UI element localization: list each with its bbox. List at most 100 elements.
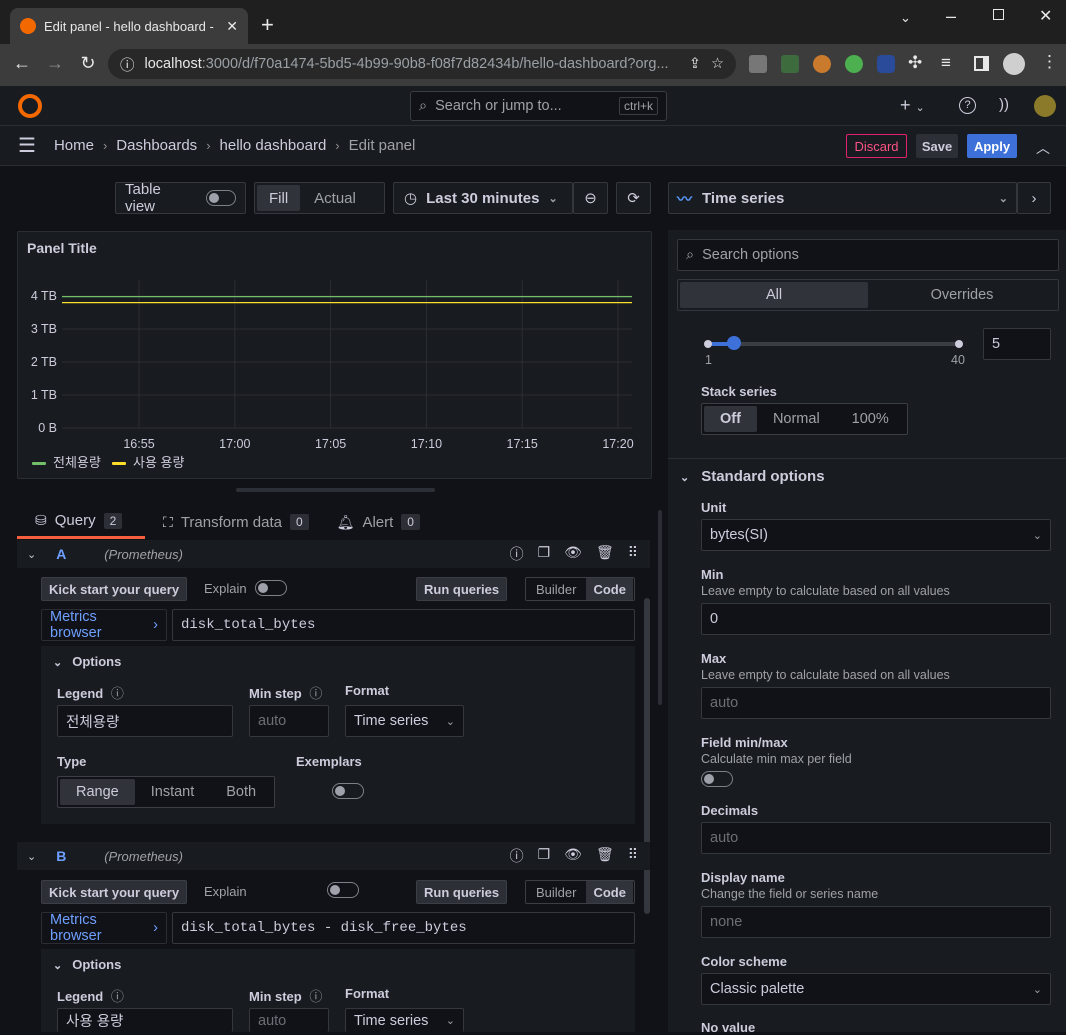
forward-icon[interactable]: → — [43, 53, 67, 74]
query-expression-input[interactable]: disk_total_bytes — [172, 609, 635, 641]
run-queries-button[interactable]: Run queries — [416, 880, 508, 904]
builder-mode-button[interactable]: Builder — [526, 881, 586, 903]
chevron-down-icon[interactable]: ⌄ — [27, 548, 36, 561]
add-new-icon[interactable]: + ⌄ — [900, 95, 925, 116]
unit-select[interactable]: bytes(SI) ⌄ — [701, 519, 1051, 551]
search-bar[interactable]: ⌕ Search or jump to... ctrl+k — [410, 91, 667, 121]
decimals-input[interactable]: auto — [701, 822, 1051, 854]
news-feed-icon[interactable]: )) — [999, 96, 1009, 113]
drag-handle-icon[interactable]: ⠿ — [628, 846, 638, 866]
legend-input[interactable]: 사용 용량 — [57, 1008, 233, 1032]
close-tab-icon[interactable]: ✕ — [226, 18, 238, 35]
discard-button[interactable]: Discard — [846, 134, 907, 158]
run-queries-button[interactable]: Run queries — [416, 577, 508, 601]
tab-alert[interactable]: 🔔︎ Alert 0 — [337, 514, 420, 531]
max-input[interactable]: auto — [701, 687, 1051, 719]
minimize-icon[interactable]: – — [946, 6, 956, 27]
min-step-input[interactable]: auto — [249, 705, 329, 737]
kick-start-button[interactable]: Kick start your query — [41, 880, 188, 904]
stack-percent-option[interactable]: 100% — [836, 406, 905, 432]
user-avatar[interactable] — [1034, 95, 1056, 117]
min-step-input[interactable]: auto — [249, 1008, 329, 1032]
refresh-button[interactable]: ⟳ — [616, 182, 651, 214]
slider-thumb[interactable] — [726, 336, 741, 350]
bookmark-star-icon[interactable]: ☆ — [711, 56, 724, 72]
reading-list-icon[interactable]: ≡ — [941, 53, 951, 73]
table-view-toggle[interactable]: Table view — [115, 181, 246, 215]
query-row-a-header[interactable]: ⌄ A (Prometheus) ⓘ ❐ 👁︎ 🗑︎ ⠿ — [17, 540, 650, 568]
tab-transform[interactable]: ⛶ Transform data 0 — [163, 514, 309, 531]
builder-mode-button[interactable]: Builder — [526, 578, 586, 600]
profile-avatar-icon[interactable] — [1003, 53, 1025, 75]
stack-normal-option[interactable]: Normal — [757, 406, 836, 432]
help-icon[interactable]: ⓘ — [510, 544, 524, 564]
trash-icon[interactable]: 🗑︎ — [596, 846, 614, 866]
options-toggle[interactable]: ⌄ Options — [53, 654, 121, 669]
duplicate-icon[interactable]: ❐ — [538, 544, 551, 564]
maximize-icon[interactable] — [993, 9, 1004, 20]
fill-button[interactable]: Fill — [257, 185, 301, 211]
breadcrumb-dashboard[interactable]: hello dashboard — [220, 137, 327, 154]
menu-toggle-icon[interactable]: ☰ — [18, 133, 36, 158]
metrics-browser-button[interactable]: Metrics browser › — [41, 609, 167, 641]
drag-handle-icon[interactable]: ⠿ — [628, 544, 638, 564]
duplicate-icon[interactable]: ❐ — [538, 846, 551, 866]
share-icon[interactable]: ⇪ — [689, 56, 701, 72]
image-extension-icon[interactable] — [781, 55, 799, 73]
breadcrumb-home[interactable]: Home — [54, 137, 94, 154]
options-toggle[interactable]: ⌄ Options — [53, 957, 121, 972]
type-instant-option[interactable]: Instant — [135, 779, 211, 805]
eye-icon[interactable]: 👁︎ — [564, 846, 582, 866]
min-input[interactable]: 0 — [701, 603, 1051, 635]
kick-start-button[interactable]: Kick start your query — [41, 577, 188, 601]
breadcrumb-dashboards[interactable]: Dashboards — [116, 137, 197, 154]
display-name-input[interactable]: none — [701, 906, 1051, 938]
reload-icon[interactable]: ↻ — [76, 53, 100, 74]
trash-icon[interactable]: 🗑︎ — [596, 544, 614, 564]
close-options-button[interactable]: › — [1017, 182, 1051, 214]
exemplars-switch[interactable] — [331, 783, 364, 799]
chevron-down-icon[interactable]: ⌄ — [27, 850, 36, 863]
fox-extension-icon[interactable] — [813, 55, 831, 73]
code-mode-button[interactable]: Code — [586, 881, 633, 903]
tab-search-icon[interactable]: ⌄ — [900, 10, 911, 26]
explain-switch[interactable] — [255, 580, 287, 596]
side-panel-icon[interactable] — [974, 56, 989, 71]
address-bar[interactable]: ⓘ localhost:3000/d/f70a1474-5bd5-4b99-90… — [108, 49, 736, 79]
explain-switch[interactable] — [326, 882, 359, 898]
search-options-input[interactable]: ⌕ Search options — [677, 239, 1059, 271]
format-select[interactable]: Time series ⌄ — [345, 705, 464, 737]
collapse-icon[interactable]: ︿ — [1036, 138, 1050, 158]
pane-resize-handle[interactable] — [236, 488, 435, 492]
actual-button[interactable]: Actual — [300, 190, 370, 207]
grafana-logo-icon[interactable] — [18, 94, 42, 118]
code-mode-button[interactable]: Code — [586, 578, 633, 600]
browser-tab[interactable]: Edit panel - hello dashboard - ✕ — [10, 8, 248, 44]
standard-options-toggle[interactable]: ⌄ Standard options — [680, 468, 825, 485]
query-row-b-header[interactable]: ⌄ B (Prometheus) ⓘ ❐ 👁︎ 🗑︎ ⠿ — [17, 842, 650, 870]
browser-menu-icon[interactable]: ⋮ — [1041, 52, 1058, 72]
line-width-slider[interactable] — [704, 336, 963, 350]
tab-overrides[interactable]: Overrides — [868, 282, 1056, 308]
tab-query[interactable]: ⛁ Query 2 — [17, 505, 145, 539]
time-range-picker[interactable]: ◷ Last 30 minutes ⌄ — [393, 182, 573, 214]
type-both-option[interactable]: Both — [210, 779, 272, 805]
html5-extension-icon[interactable] — [749, 55, 767, 73]
line-width-input[interactable]: 5 — [983, 328, 1051, 360]
apply-button[interactable]: Apply — [967, 134, 1017, 158]
close-window-icon[interactable]: ✕ — [1039, 6, 1052, 26]
stack-off-option[interactable]: Off — [704, 406, 757, 432]
new-tab-icon[interactable]: + — [261, 12, 274, 38]
visualization-picker[interactable]: 〰 Time series ⌄ — [668, 182, 1017, 214]
legend-input[interactable]: 전체용량 — [57, 705, 233, 737]
metrics-browser-button[interactable]: Metrics browser › — [41, 912, 167, 944]
format-select[interactable]: Time series ⌄ — [345, 1008, 464, 1032]
site-info-icon[interactable]: ⓘ — [120, 54, 135, 75]
eye-icon[interactable]: 👁︎ — [564, 544, 582, 564]
field-minmax-switch[interactable] — [701, 771, 733, 787]
zoom-out-button[interactable]: ⊖ — [573, 182, 608, 214]
save-button[interactable]: Save — [916, 134, 958, 158]
help-icon[interactable]: ? — [959, 97, 976, 114]
query-expression-input[interactable]: disk_total_bytes - disk_free_bytes — [172, 912, 635, 944]
table-view-switch[interactable] — [205, 190, 236, 206]
